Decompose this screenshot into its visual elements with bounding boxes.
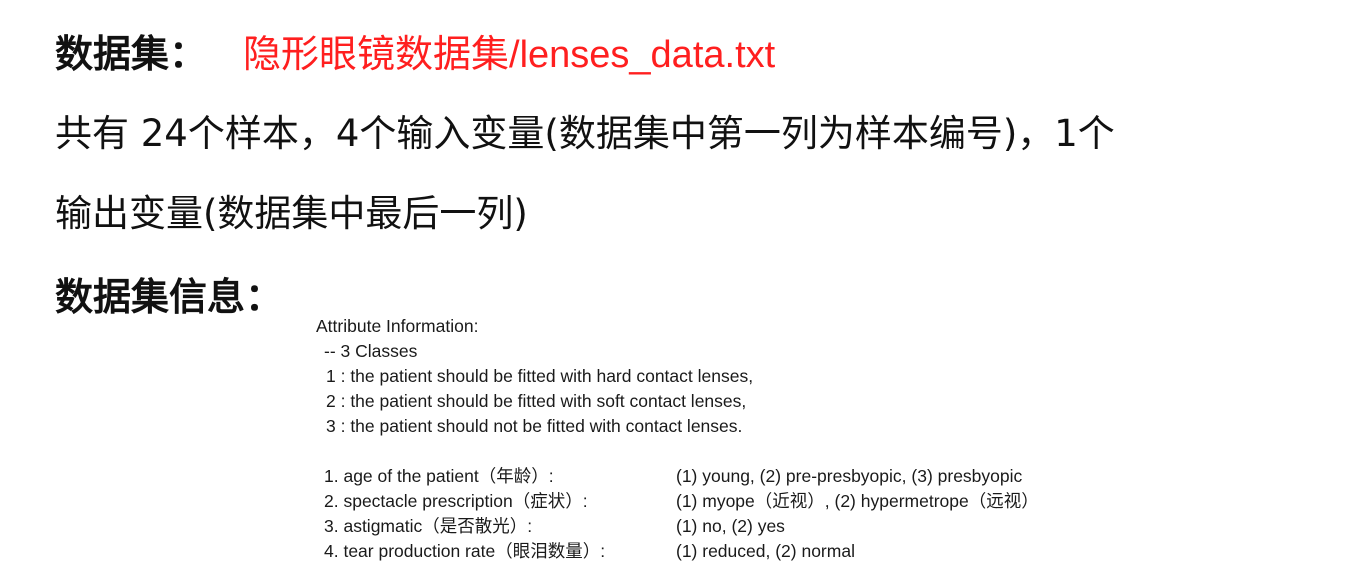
attribute-row: 3. astigmatic（是否散光）: (1) no, (2) yes bbox=[316, 514, 1116, 539]
attribute-info-title: Attribute Information: bbox=[316, 316, 479, 336]
attribute-name: 4. tear production rate（眼泪数量）: bbox=[324, 541, 606, 561]
dataset-info-heading: 数据集信息： bbox=[55, 275, 284, 319]
attribute-row: 2. spectacle prescription（症状）: (1) myope… bbox=[316, 489, 1116, 514]
description-line-1: 共有 24个样本，4个输入变量(数据集中第一列为样本编号)，1个 bbox=[55, 112, 1115, 155]
class-item: 1 : the patient should be fitted with ha… bbox=[326, 366, 754, 386]
dataset-name: 隐形眼镜数据集/lenses_data.txt bbox=[243, 34, 776, 76]
attribute-name: 3. astigmatic（是否散光）: bbox=[324, 516, 533, 536]
attribute-information-block: Attribute Information: -- 3 Classes 1 : … bbox=[316, 314, 1116, 564]
attribute-values: (1) reduced, (2) normal bbox=[676, 541, 855, 561]
classes-header: -- 3 Classes bbox=[324, 341, 418, 361]
attribute-values: (1) no, (2) yes bbox=[676, 516, 785, 536]
dataset-label: 数据集： bbox=[55, 32, 208, 76]
slide: 数据集： 隐形眼镜数据集/lenses_data.txt 共有 24个样本，4个输… bbox=[0, 0, 1353, 573]
attribute-values: (1) myope（近视）, (2) hypermetrope（远视） bbox=[676, 491, 1039, 511]
class-item: 2 : the patient should be fitted with so… bbox=[326, 391, 747, 411]
dataset-heading-row: 数据集： 隐形眼镜数据集/lenses_data.txt bbox=[55, 26, 775, 83]
attribute-name: 1. age of the patient（年龄）: bbox=[324, 466, 554, 486]
attribute-name: 2. spectacle prescription（症状）: bbox=[324, 491, 588, 511]
description-line-2: 输出变量(数据集中最后一列) bbox=[55, 192, 528, 235]
class-item: 3 : the patient should not be fitted wit… bbox=[326, 416, 743, 436]
attribute-row: 1. age of the patient（年龄）: (1) young, (2… bbox=[316, 464, 1116, 489]
attribute-values: (1) young, (2) pre-presbyopic, (3) presb… bbox=[676, 466, 1023, 486]
attribute-row: 4. tear production rate（眼泪数量）: (1) reduc… bbox=[316, 539, 1116, 564]
